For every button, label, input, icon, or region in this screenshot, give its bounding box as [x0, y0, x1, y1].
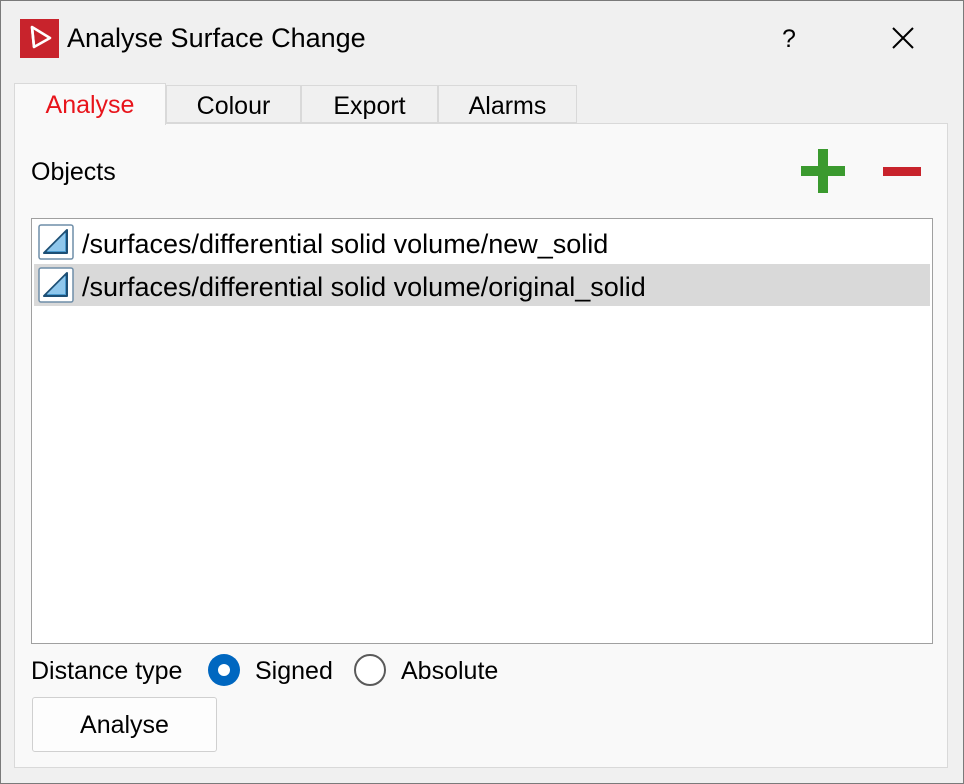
- remove-object-button[interactable]: [877, 146, 927, 196]
- radio-signed-label[interactable]: Signed: [255, 657, 333, 686]
- solid-icon: [38, 224, 74, 260]
- plus-icon: [801, 149, 845, 193]
- list-item[interactable]: /surfaces/differential solid volume/orig…: [34, 264, 930, 306]
- app-logo-icon: [20, 19, 59, 58]
- analyse-button[interactable]: Analyse: [32, 697, 217, 752]
- solid-icon: [38, 267, 74, 303]
- close-button[interactable]: [879, 17, 927, 61]
- list-item[interactable]: /surfaces/differential solid volume/new_…: [34, 221, 930, 263]
- tab-alarms[interactable]: Alarms: [438, 85, 577, 123]
- help-button[interactable]: ?: [771, 19, 807, 59]
- list-item-label: /surfaces/differential solid volume/new_…: [82, 229, 609, 259]
- list-item-label: /surfaces/differential solid volume/orig…: [82, 272, 646, 302]
- radio-absolute[interactable]: [354, 654, 386, 686]
- radio-absolute-label[interactable]: Absolute: [401, 657, 498, 686]
- add-object-button[interactable]: [798, 146, 848, 196]
- dialog-window: Analyse Surface Change ? Analyse Colour …: [0, 0, 964, 784]
- radio-signed[interactable]: [208, 654, 240, 686]
- tab-bar: Analyse Colour Export Alarms: [14, 83, 577, 125]
- close-icon: [892, 27, 914, 49]
- tab-analyse[interactable]: Analyse: [14, 83, 166, 125]
- objects-list[interactable]: /surfaces/differential solid volume/new_…: [31, 218, 933, 644]
- objects-label: Objects: [31, 158, 116, 186]
- window-title: Analyse Surface Change: [67, 23, 366, 53]
- distance-type-label: Distance type: [31, 657, 183, 685]
- title-bar[interactable]: Analyse Surface Change ?: [1, 1, 963, 73]
- tab-colour[interactable]: Colour: [166, 85, 301, 123]
- tab-export[interactable]: Export: [301, 85, 438, 123]
- minus-icon: [883, 167, 921, 176]
